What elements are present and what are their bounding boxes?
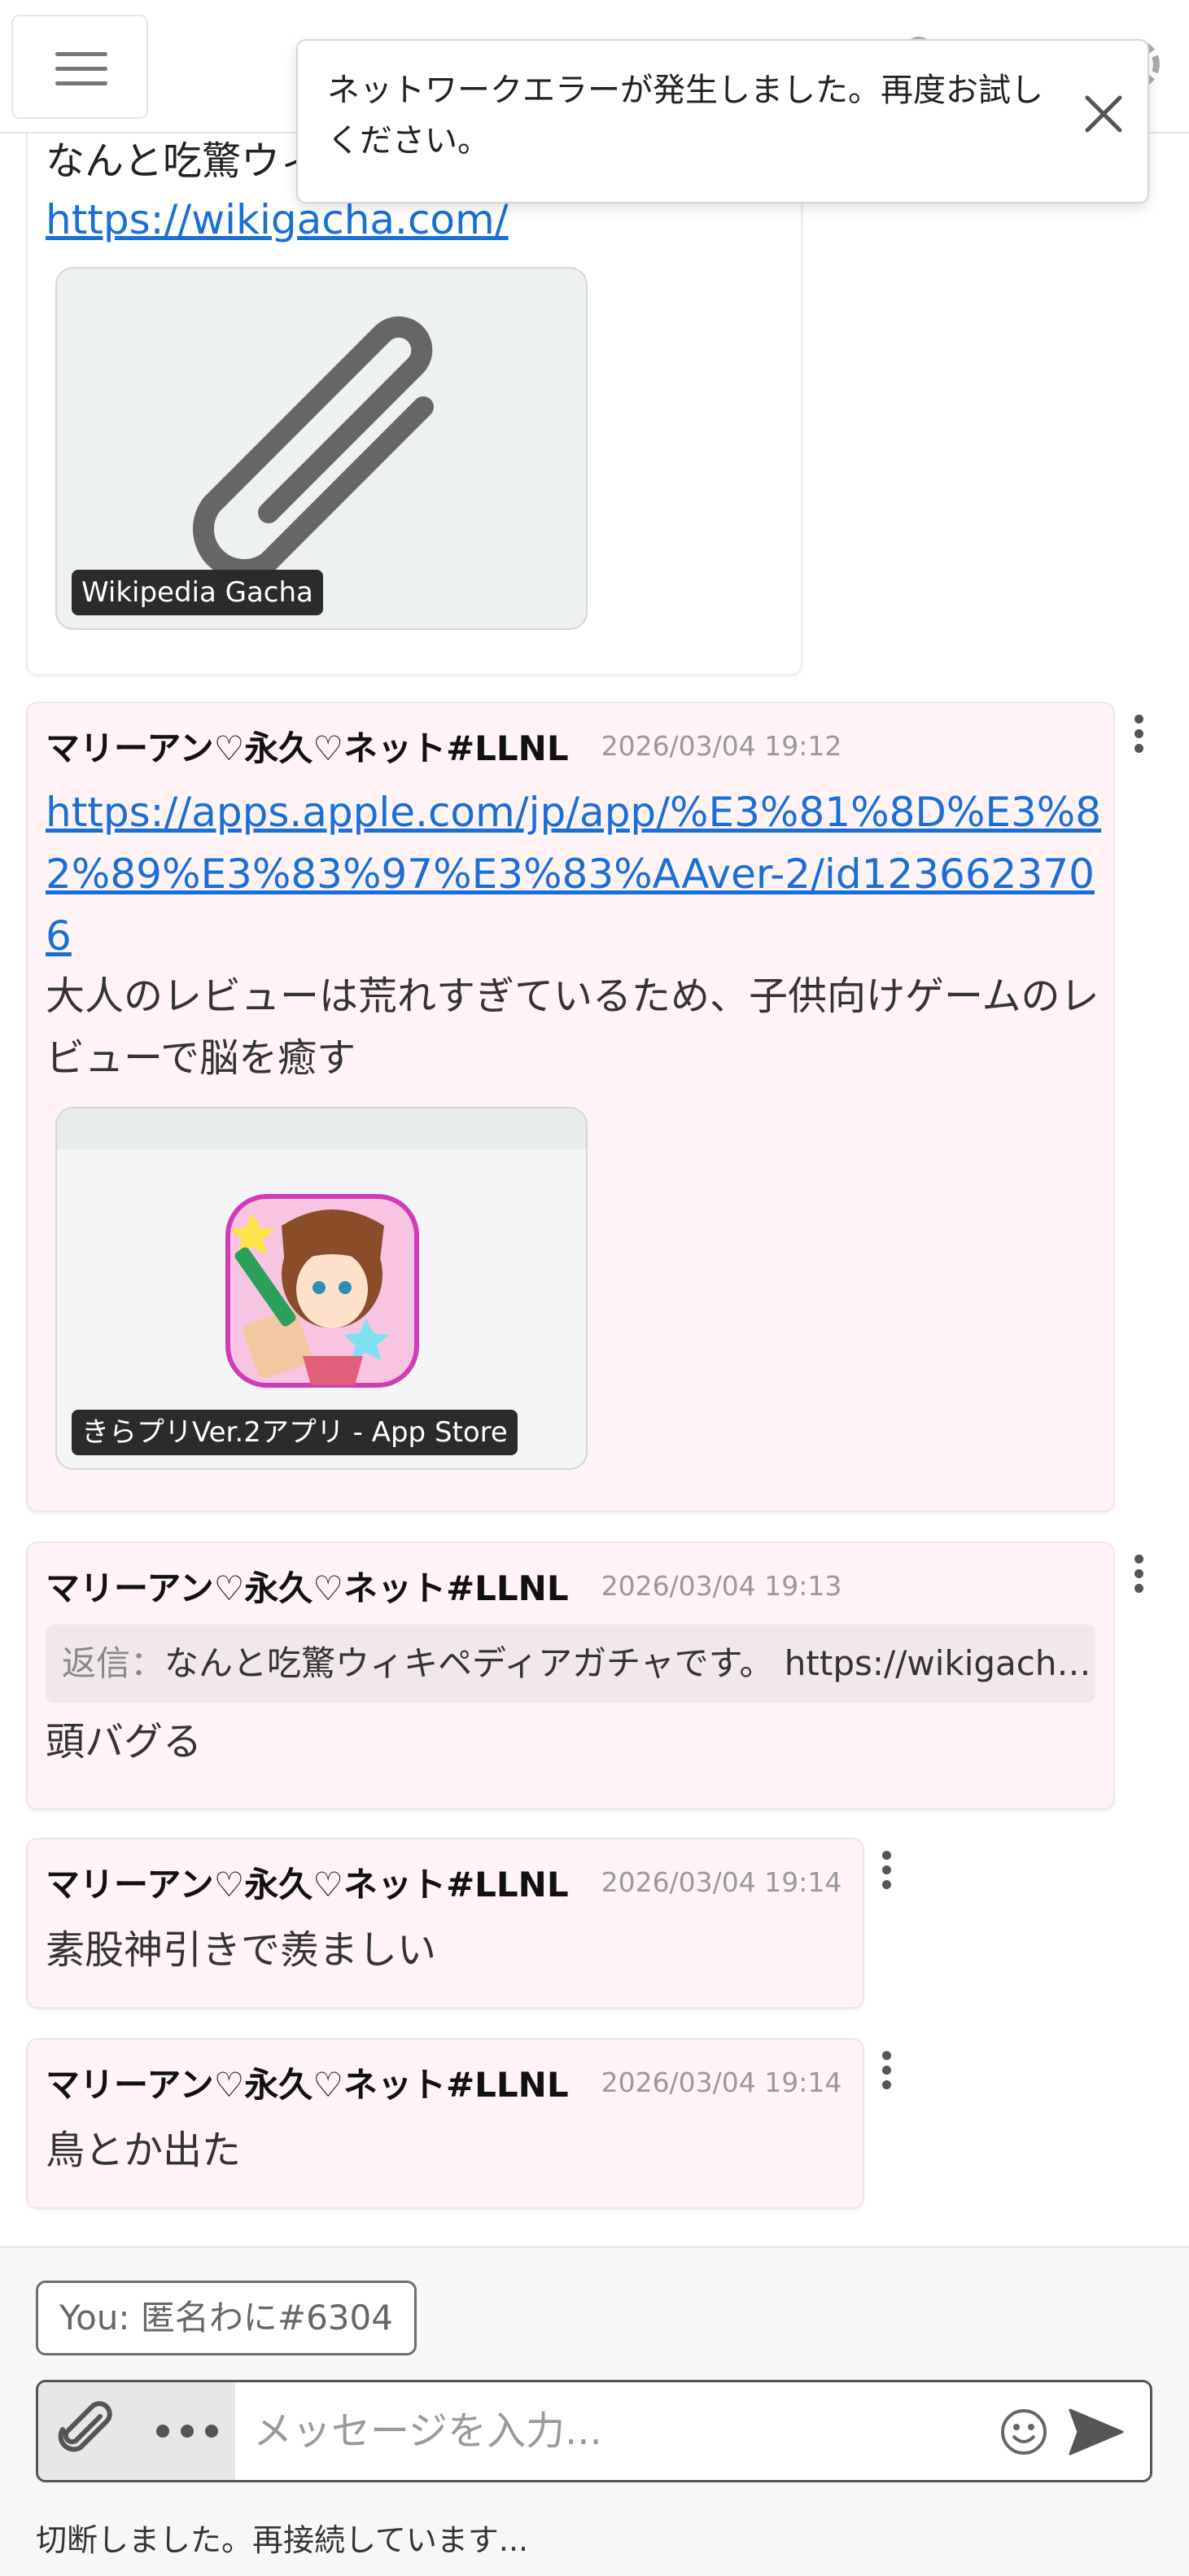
preview-label: Wikipedia Gacha [72,570,323,615]
message-3: マリーアン♡永久♡ネット#LLNL 2026/03/04 19:13 返信：なんと… [26,1542,1143,1810]
message-menu-button[interactable] [874,1846,898,1895]
message-text: 頭バグる [46,1719,203,1765]
composer-tools [38,2382,235,2480]
message-5: マリーアン♡永久♡ネット#LLNL 2026/03/04 19:14 鳥とか出た [26,2038,891,2209]
reply-quote[interactable]: 返信：なんと吃驚ウィキペディアガチャです。 https://wikigacha.… [46,1625,1095,1703]
message-time: 2026/03/04 19:13 [601,1570,842,1602]
close-icon[interactable] [1071,81,1136,147]
error-toast: ネットワークエラーが発生しました。再度お試しください。 [296,39,1149,203]
identity-chip[interactable]: You: 匿名わに#6304 [36,2281,417,2355]
message-link[interactable]: https://apps.apple.com/jp/app/%E3%81%8D%… [46,781,1104,967]
message-author[interactable]: マリーアン♡永久♡ネット#LLNL [46,2065,569,2105]
smiley-icon[interactable] [997,2405,1051,2459]
menu-button[interactable] [11,15,148,119]
message-4: マリーアン♡永久♡ネット#LLNL 2026/03/04 19:14 素股神引きで… [26,1838,891,2009]
message-header: マリーアン♡永久♡ネット#LLNL 2026/03/04 19:13 [46,1561,841,1610]
chat-area[interactable]: なんと吃驚ウィキペディアガチャです。 https://wikigacha.com… [0,0,1189,2246]
message-header: マリーアン♡永久♡ネット#LLNL 2026/03/04 19:12 [46,721,841,770]
message-input[interactable]: メッセージを入力... [253,2382,602,2480]
message-input-bar: メッセージを入力... [36,2380,1152,2482]
message-author[interactable]: マリーアン♡永久♡ネット#LLNL [46,1865,569,1905]
preview-banner [57,1109,586,1149]
paperclip-icon[interactable] [53,2399,118,2464]
more-dots-icon[interactable] [151,2415,224,2447]
message-menu-button[interactable] [1126,710,1151,759]
message-time: 2026/03/04 19:14 [601,2066,842,2098]
message-header: マリーアン♡永久♡ネット#LLNL 2026/03/04 19:14 [46,1857,841,1906]
message-text: 鳥とか出た [46,2128,242,2173]
preview-label: きらプリVer.2アプリ - App Store [72,1410,518,1455]
message-author[interactable]: マリーアン♡永久♡ネット#LLNL [46,1568,569,1608]
message-menu-button[interactable] [1126,1550,1151,1599]
toast-message: ネットワークエラーが発生しました。再度お試しください。 [327,72,1043,160]
app-icon [225,1194,419,1388]
message-author[interactable]: マリーアン♡永久♡ネット#LLNL [46,728,569,768]
message-time: 2026/03/04 19:12 [601,730,842,762]
message-time: 2026/03/04 19:14 [601,1866,842,1898]
message-text: 素股神引きで羨ましい [46,1927,437,1973]
reply-text: なんと吃驚ウィキペディアガチャです。 https://wikigacha.com… [164,1643,1095,1683]
link-preview[interactable]: きらプリVer.2アプリ - App Store [55,1107,588,1470]
message-text: 大人のレビューは荒れすぎているため、子供向けゲームのレビューで脳を癒す [46,973,1099,1081]
composer: You: 匿名わに#6304 メッセージを入力... 切断しました。再接続してい… [0,2246,1189,2576]
reply-label: 返信： [62,1643,165,1683]
message-2: マリーアン♡永久♡ネット#LLNL 2026/03/04 19:12 https:… [26,702,1143,1512]
link-preview[interactable]: Wikipedia Gacha [55,267,588,630]
connection-status: 切断しました。再接続しています... [36,2522,529,2558]
message-header: マリーアン♡永久♡ネット#LLNL 2026/03/04 19:14 [46,2058,841,2106]
send-icon[interactable] [1067,2405,1126,2459]
hamburger-icon [55,52,107,56]
message-menu-button[interactable] [874,2046,898,2095]
